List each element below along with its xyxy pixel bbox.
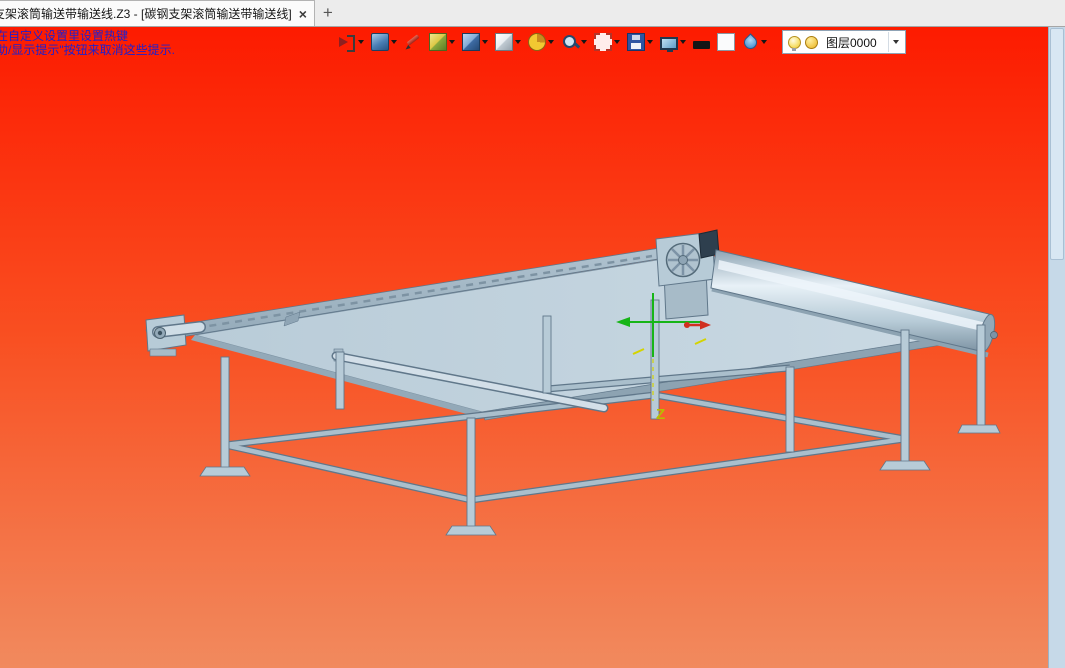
belt-surface bbox=[191, 253, 990, 420]
tab-bar: 支架滚筒输送带输送线.Z3 - [碳钢支架滚筒输送带输送线] × + bbox=[0, 0, 1065, 27]
z-axis-label: Z bbox=[656, 406, 665, 423]
tab-title: 支架滚筒输送带输送线.Z3 - [碳钢支架滚筒输送带输送线] bbox=[0, 5, 292, 22]
vertical-scrollbar[interactable] bbox=[1048, 27, 1065, 668]
scrollbar-thumb[interactable] bbox=[1050, 28, 1064, 260]
conveyor-model[interactable]: Z bbox=[0, 27, 1048, 668]
new-tab-button[interactable]: + bbox=[315, 0, 341, 26]
3d-viewport[interactable]: 在自定义设置里设置热键 助/显示提示"按钮来取消这些提示. bbox=[0, 27, 1065, 668]
tab-close-icon[interactable]: × bbox=[299, 7, 307, 21]
document-tab[interactable]: 支架滚筒输送带输送线.Z3 - [碳钢支架滚筒输送带输送线] × bbox=[0, 0, 315, 26]
